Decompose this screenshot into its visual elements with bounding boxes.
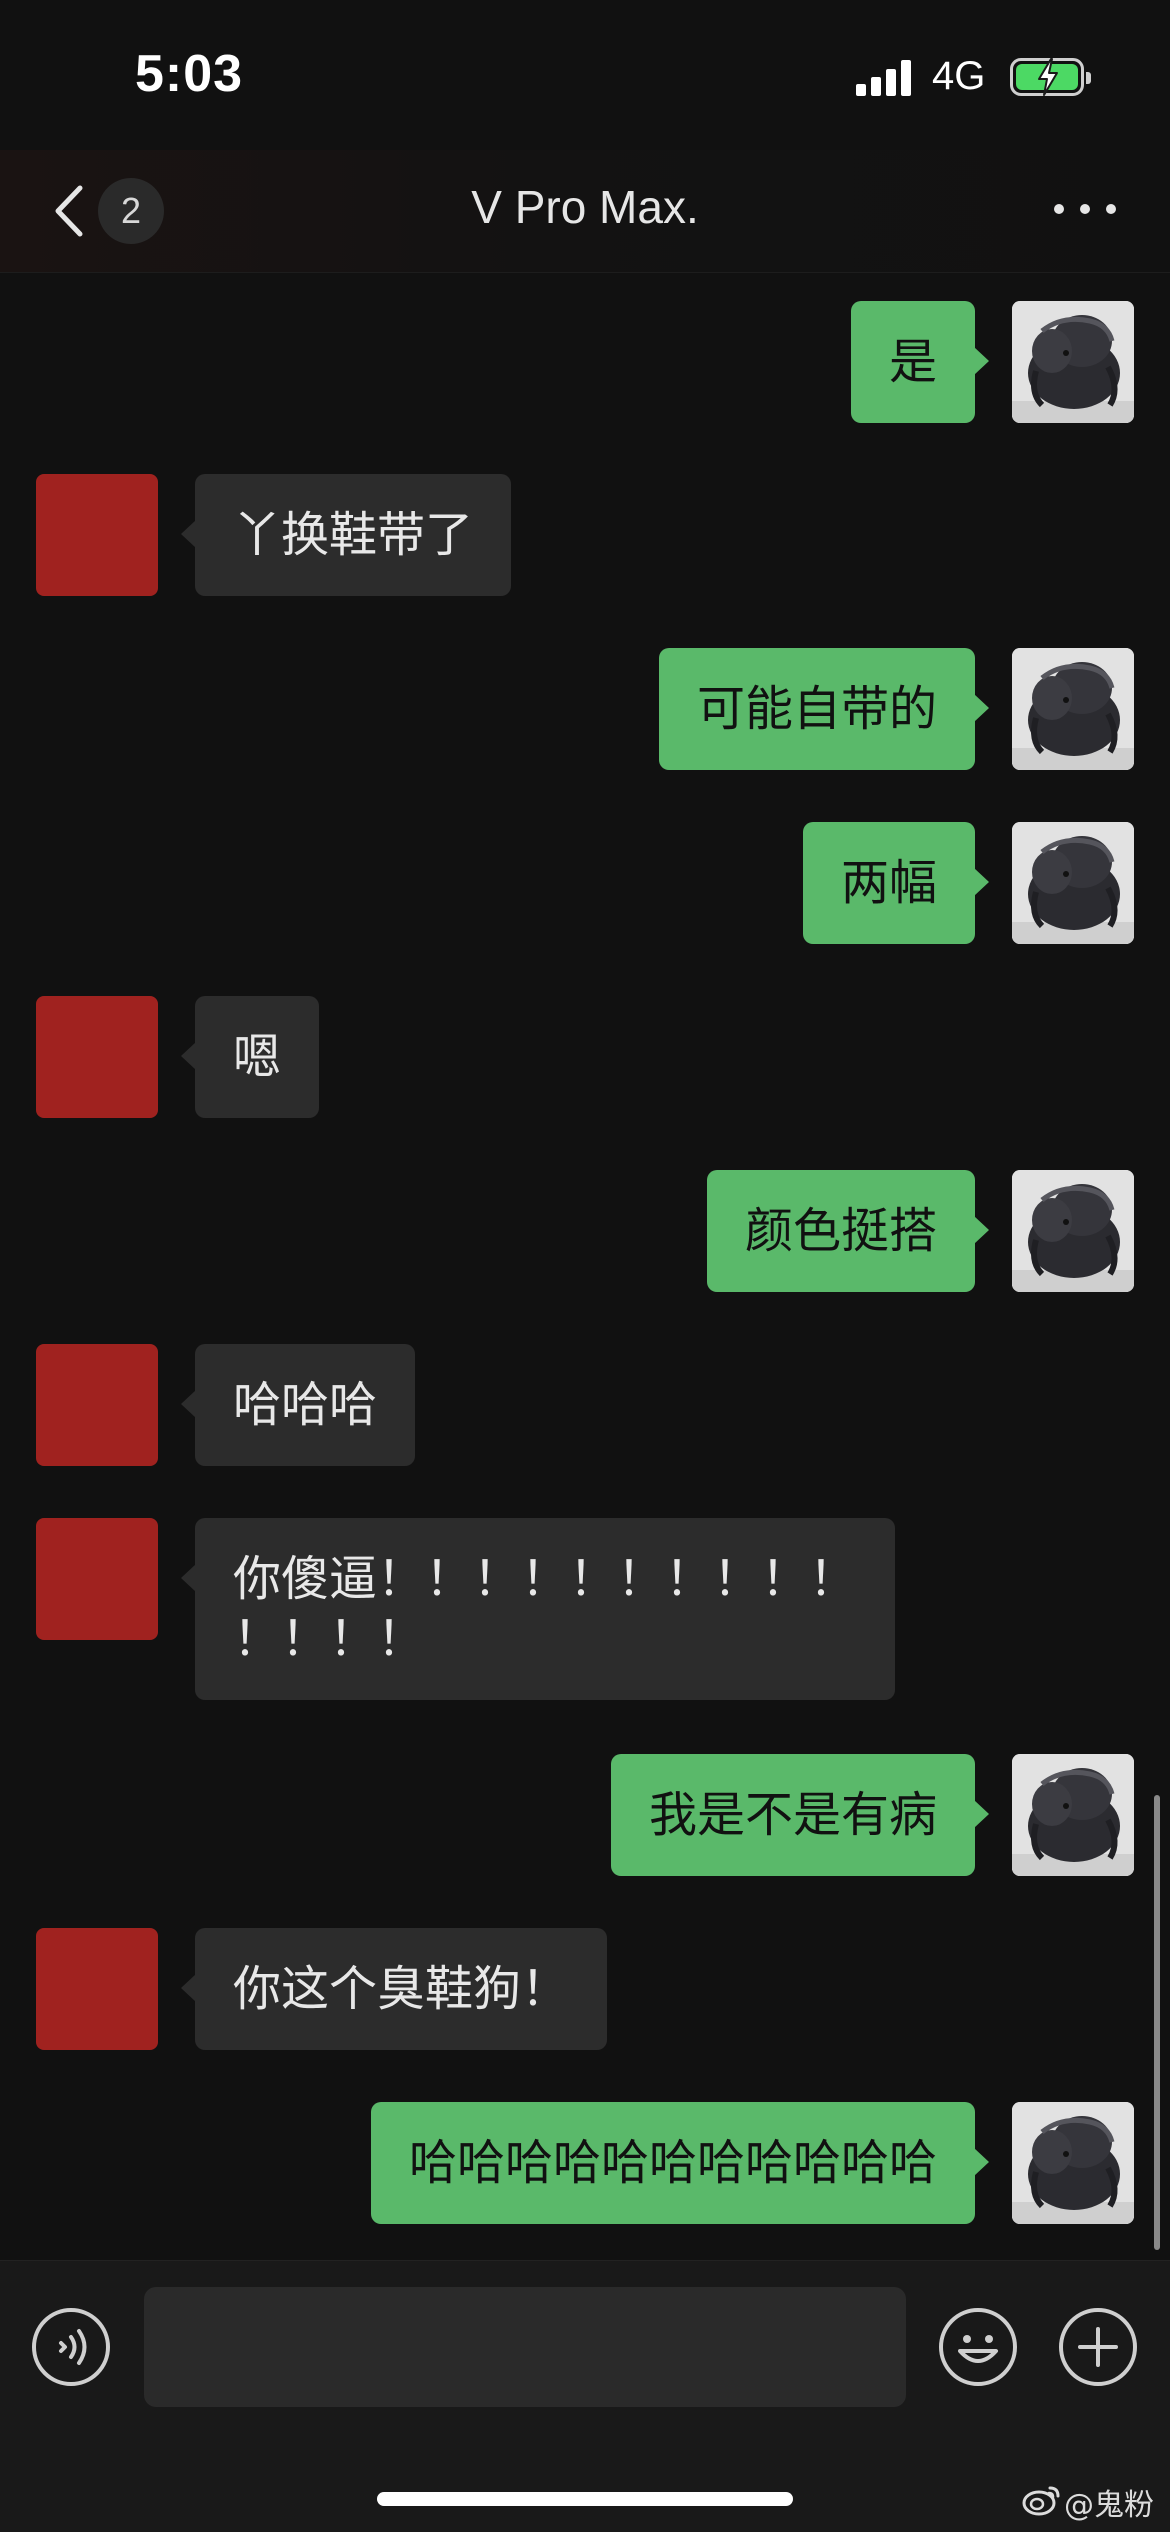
guinea-pig-avatar-image (1012, 1754, 1134, 1876)
guinea-pig-avatar-image (1012, 301, 1134, 423)
status-bar: 5:03 4G (0, 0, 1170, 150)
message-bubble[interactable]: 我是不是有病 (610, 1754, 990, 1876)
battery-charging-icon (1010, 58, 1091, 96)
self-avatar[interactable] (1012, 2102, 1134, 2224)
message-bubble[interactable]: 哈哈哈哈哈哈哈哈哈哈哈 (370, 2102, 990, 2224)
message-bubble[interactable]: 是 (850, 301, 990, 423)
message-bubble[interactable]: 丫换鞋带了 (180, 474, 512, 596)
scroll-indicator[interactable] (1154, 1795, 1160, 2250)
guinea-pig-avatar-image (1012, 1170, 1134, 1292)
self-avatar[interactable] (1012, 1170, 1134, 1292)
message-bubble[interactable]: 哈哈哈 (180, 1344, 416, 1466)
message-bubble[interactable]: 你这个臭鞋狗！ (180, 1928, 608, 2050)
contact-avatar[interactable] (36, 1344, 158, 1466)
status-time: 5:03 (135, 45, 244, 103)
contact-avatar[interactable] (36, 474, 158, 596)
chat-title: V Pro Max. (471, 181, 699, 233)
contact-avatar[interactable] (36, 996, 158, 1118)
guinea-pig-avatar-image (1012, 648, 1134, 770)
message-input[interactable] (144, 2287, 906, 2407)
network-type: 4G (932, 54, 986, 98)
signal-strength-icon (856, 60, 916, 96)
home-indicator[interactable] (377, 2492, 793, 2506)
watermark-text: @鬼粉 (1064, 2488, 1154, 2523)
message-bubble[interactable]: 颜色挺搭 (706, 1170, 990, 1292)
guinea-pig-avatar-image (1012, 2102, 1134, 2224)
watermark: @鬼粉 (1022, 2478, 1170, 2523)
self-avatar[interactable] (1012, 301, 1134, 423)
self-avatar[interactable] (1012, 1754, 1134, 1876)
guinea-pig-avatar-image (1012, 822, 1134, 944)
message-bubble[interactable]: 你傻逼！！！！！！！！！！ ！！！！ (180, 1518, 896, 1700)
contact-avatar[interactable] (36, 1518, 158, 1640)
contact-avatar[interactable] (36, 1928, 158, 2050)
weibo-icon (1022, 2486, 1060, 2516)
message-bubble[interactable]: 可能自带的 (658, 648, 990, 770)
emoji-icon[interactable] (938, 2307, 1018, 2387)
chat-header: 2 V Pro Max. (0, 150, 1170, 273)
self-avatar[interactable] (1012, 648, 1134, 770)
message-list[interactable]: 是丫换鞋带了可能自带的两幅嗯颜色挺搭哈哈哈你傻逼！！！！！！！！！！ ！！！！ 我… (0, 273, 1170, 2260)
more-dots-icon (1054, 204, 1064, 214)
plus-icon[interactable] (1058, 2307, 1138, 2387)
more-options-button[interactable] (1050, 188, 1122, 228)
chat-screen: 5:03 4G 2 V Pro Max. 是 丫换鞋带了 可能自带的 两幅 嗯 … (0, 0, 1170, 2532)
voice-icon[interactable] (31, 2307, 111, 2387)
message-bubble[interactable]: 嗯 (180, 996, 320, 1118)
self-avatar[interactable] (1012, 822, 1134, 944)
message-bubble[interactable]: 两幅 (802, 822, 990, 944)
